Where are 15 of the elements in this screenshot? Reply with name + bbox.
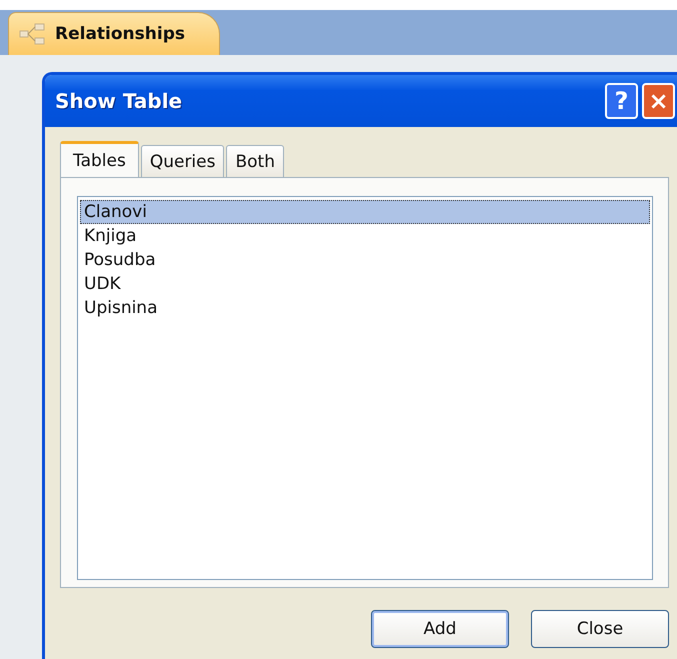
list-item[interactable]: Knjiga [80,224,650,248]
tab[interactable]: Both [226,145,284,177]
close-button[interactable]: × [642,83,675,119]
relationships-tab[interactable]: Relationships [8,12,220,55]
list-item[interactable]: UDK [80,272,650,296]
dialog-button[interactable]: Add [371,610,509,648]
tab[interactable]: Tables [60,141,139,177]
tab[interactable]: Queries [140,145,224,177]
help-button[interactable]: ? [605,83,638,119]
dialog-title: Show Table [55,89,184,113]
dialog-button[interactable]: Close [531,610,669,648]
list-item[interactable]: Upisnina [80,296,650,320]
list-item[interactable]: Posudba [80,248,650,272]
list-item[interactable]: Clanovi [80,200,650,224]
relationships-icon [19,23,45,45]
